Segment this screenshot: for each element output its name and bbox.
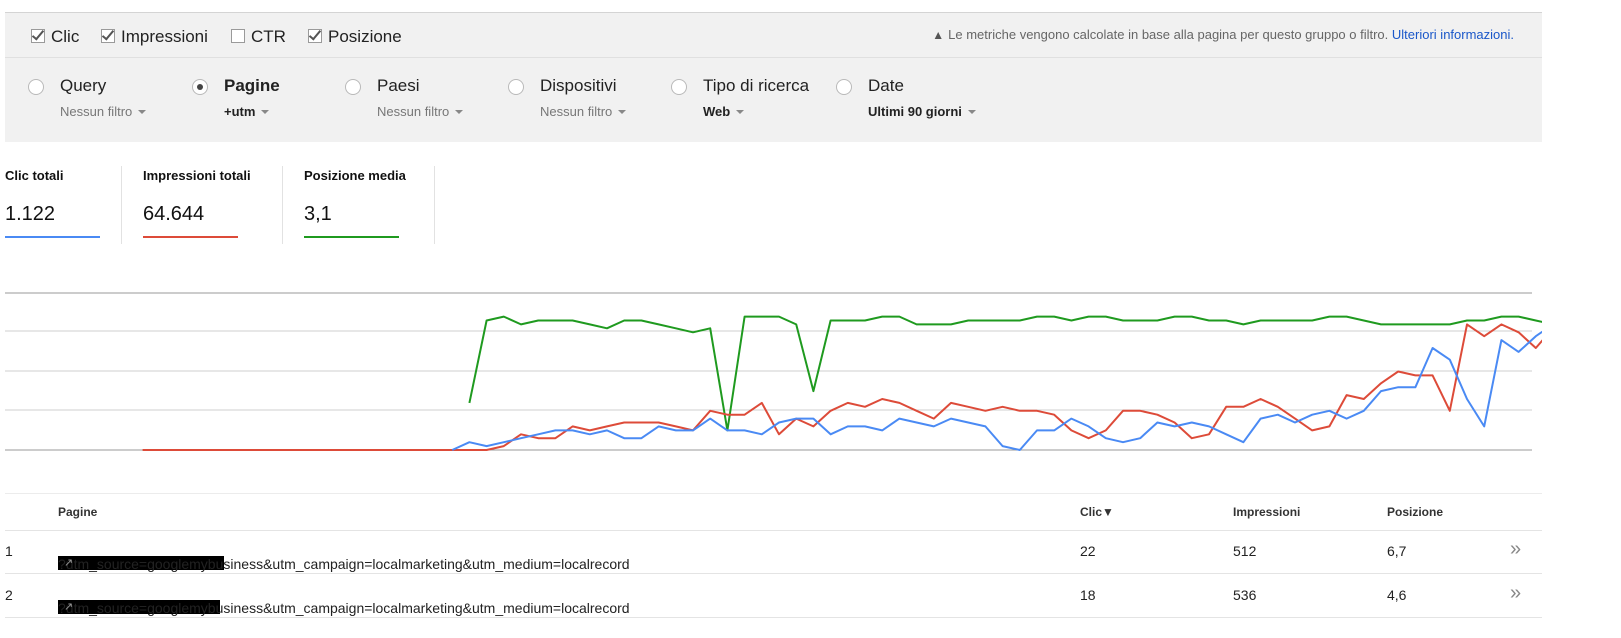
dropdown-caret-icon	[261, 110, 270, 114]
filter-label: Tipo di ricerca	[703, 76, 810, 95]
dropdown-caret-icon	[736, 110, 745, 114]
radio-query[interactable]	[28, 79, 44, 95]
row-impressions: 536	[1233, 587, 1257, 603]
filter-label: Dispositivi	[540, 76, 617, 95]
filter-label: Date	[868, 76, 904, 95]
series-color-bar	[304, 236, 399, 238]
row-clicks: 18	[1080, 587, 1096, 603]
summary-impressions[interactable]: Impressioni totali 64.644	[143, 168, 251, 238]
column-header-pages[interactable]: Pagine	[58, 505, 97, 519]
dropdown-caret-icon	[455, 110, 464, 114]
radio-paesi[interactable]	[345, 79, 361, 95]
dropdown-caret-icon	[618, 110, 627, 114]
external-link-icon[interactable]: ↗	[64, 600, 73, 613]
row-impressions: 512	[1233, 543, 1257, 559]
summary-divider	[121, 166, 122, 244]
series-color-bar	[5, 236, 100, 238]
checkbox-ctr[interactable]: CTR	[231, 27, 286, 47]
column-header-position[interactable]: Posizione	[1387, 505, 1443, 519]
external-link-icon[interactable]: ↗	[64, 556, 73, 569]
checkbox-label: Clic	[51, 27, 80, 46]
summary-label: Impressioni totali	[143, 168, 251, 183]
table-header: Pagine Clic▼ Impressioni Posizione	[5, 493, 1542, 531]
checkbox-posizione[interactable]: Posizione	[308, 27, 402, 47]
chart-series-line-0[interactable]	[468, 315, 1542, 432]
summary-value: 3,1	[304, 203, 332, 225]
summary-divider	[434, 166, 435, 244]
chart-series-line-2[interactable]	[451, 324, 1542, 451]
checkbox-impressioni[interactable]: Impressioni	[101, 27, 208, 47]
metrics-toolbar: Clic Impressioni CTR Posizione ▲ Le metri…	[5, 13, 1542, 58]
table-row[interactable]: 2 ?utm_source=googlemybusiness&utm_campa…	[5, 574, 1542, 618]
row-position: 6,7	[1387, 543, 1407, 559]
summary-label: Clic totali	[5, 168, 64, 183]
dropdown-caret-icon	[138, 110, 147, 114]
table-row[interactable]: 1 ?utm_source=googlemybusiness&utm_campa…	[5, 530, 1542, 574]
filter-value: Nessun filtro	[540, 104, 613, 119]
column-header-clicks[interactable]: Clic▼	[1080, 505, 1114, 519]
checkbox-check-icon	[101, 29, 115, 43]
metrics-notice: ▲ Le metriche vengono calcolate in base a…	[932, 27, 1514, 42]
row-position: 4,6	[1387, 587, 1407, 603]
row-clicks: 22	[1080, 543, 1096, 559]
filter-label: Pagine	[224, 76, 280, 95]
checkbox-label: Impressioni	[121, 27, 208, 46]
filter-label: Query	[60, 76, 107, 95]
filter-dropdown[interactable]: Nessun filtro	[60, 104, 147, 119]
radio-date[interactable]	[836, 79, 852, 95]
url-text: ?utm_source=googlemybusiness&utm_campaig…	[58, 600, 630, 616]
performance-chart[interactable]	[5, 280, 1542, 470]
url-text: ?utm_source=googlemybusiness&utm_campaig…	[58, 556, 630, 572]
summary-value: 1.122	[5, 203, 56, 225]
column-header-impressions[interactable]: Impressioni	[1233, 505, 1300, 519]
warning-icon: ▲	[932, 28, 945, 42]
filter-value: Ultimi 90 giorni	[868, 104, 962, 119]
summary-clicks[interactable]: Clic totali 1.122	[5, 168, 100, 238]
filter-dropdown[interactable]: +utm	[224, 104, 270, 119]
filter-dropdown[interactable]: Nessun filtro	[540, 104, 627, 119]
chevron-right-icon[interactable]: »	[1510, 538, 1521, 561]
learn-more-link[interactable]: Ulteriori informazioni.	[1392, 27, 1514, 42]
summary-value: 64.644	[143, 203, 205, 225]
filter-dropdown[interactable]: Ultimi 90 giorni	[868, 104, 976, 119]
summary-divider	[282, 166, 283, 244]
filter-value: Nessun filtro	[60, 104, 133, 119]
checkbox-empty-icon	[231, 29, 245, 43]
notice-text: Le metriche vengono calcolate in base al…	[948, 27, 1389, 42]
series-color-bar	[143, 236, 238, 238]
radio-dispositivi[interactable]	[508, 79, 524, 95]
filter-label: Paesi	[377, 76, 420, 95]
filter-value: Nessun filtro	[377, 104, 450, 119]
dropdown-caret-icon	[967, 110, 976, 114]
filter-value: +utm	[224, 104, 256, 119]
radio-pagine[interactable]	[192, 79, 208, 95]
checkbox-check-icon	[308, 29, 322, 43]
filter-dropdown[interactable]: Web	[703, 104, 745, 119]
filter-value: Web	[703, 104, 731, 119]
summary-label: Posizione media	[304, 168, 406, 183]
filter-dropdown[interactable]: Nessun filtro	[377, 104, 464, 119]
checkbox-label: CTR	[251, 27, 286, 46]
summary-position[interactable]: Posizione media 3,1	[304, 168, 406, 238]
row-index: 2	[5, 587, 13, 603]
checkbox-label: Posizione	[328, 27, 402, 46]
chevron-right-icon[interactable]: »	[1510, 582, 1521, 605]
checkbox-check-icon	[31, 29, 45, 43]
filter-bar: Query Nessun filtro Pagine +utm Paesi Ne…	[5, 58, 1542, 142]
checkbox-clic[interactable]: Clic	[31, 27, 79, 47]
radio-tipo-ricerca[interactable]	[671, 79, 687, 95]
row-index: 1	[5, 543, 13, 559]
